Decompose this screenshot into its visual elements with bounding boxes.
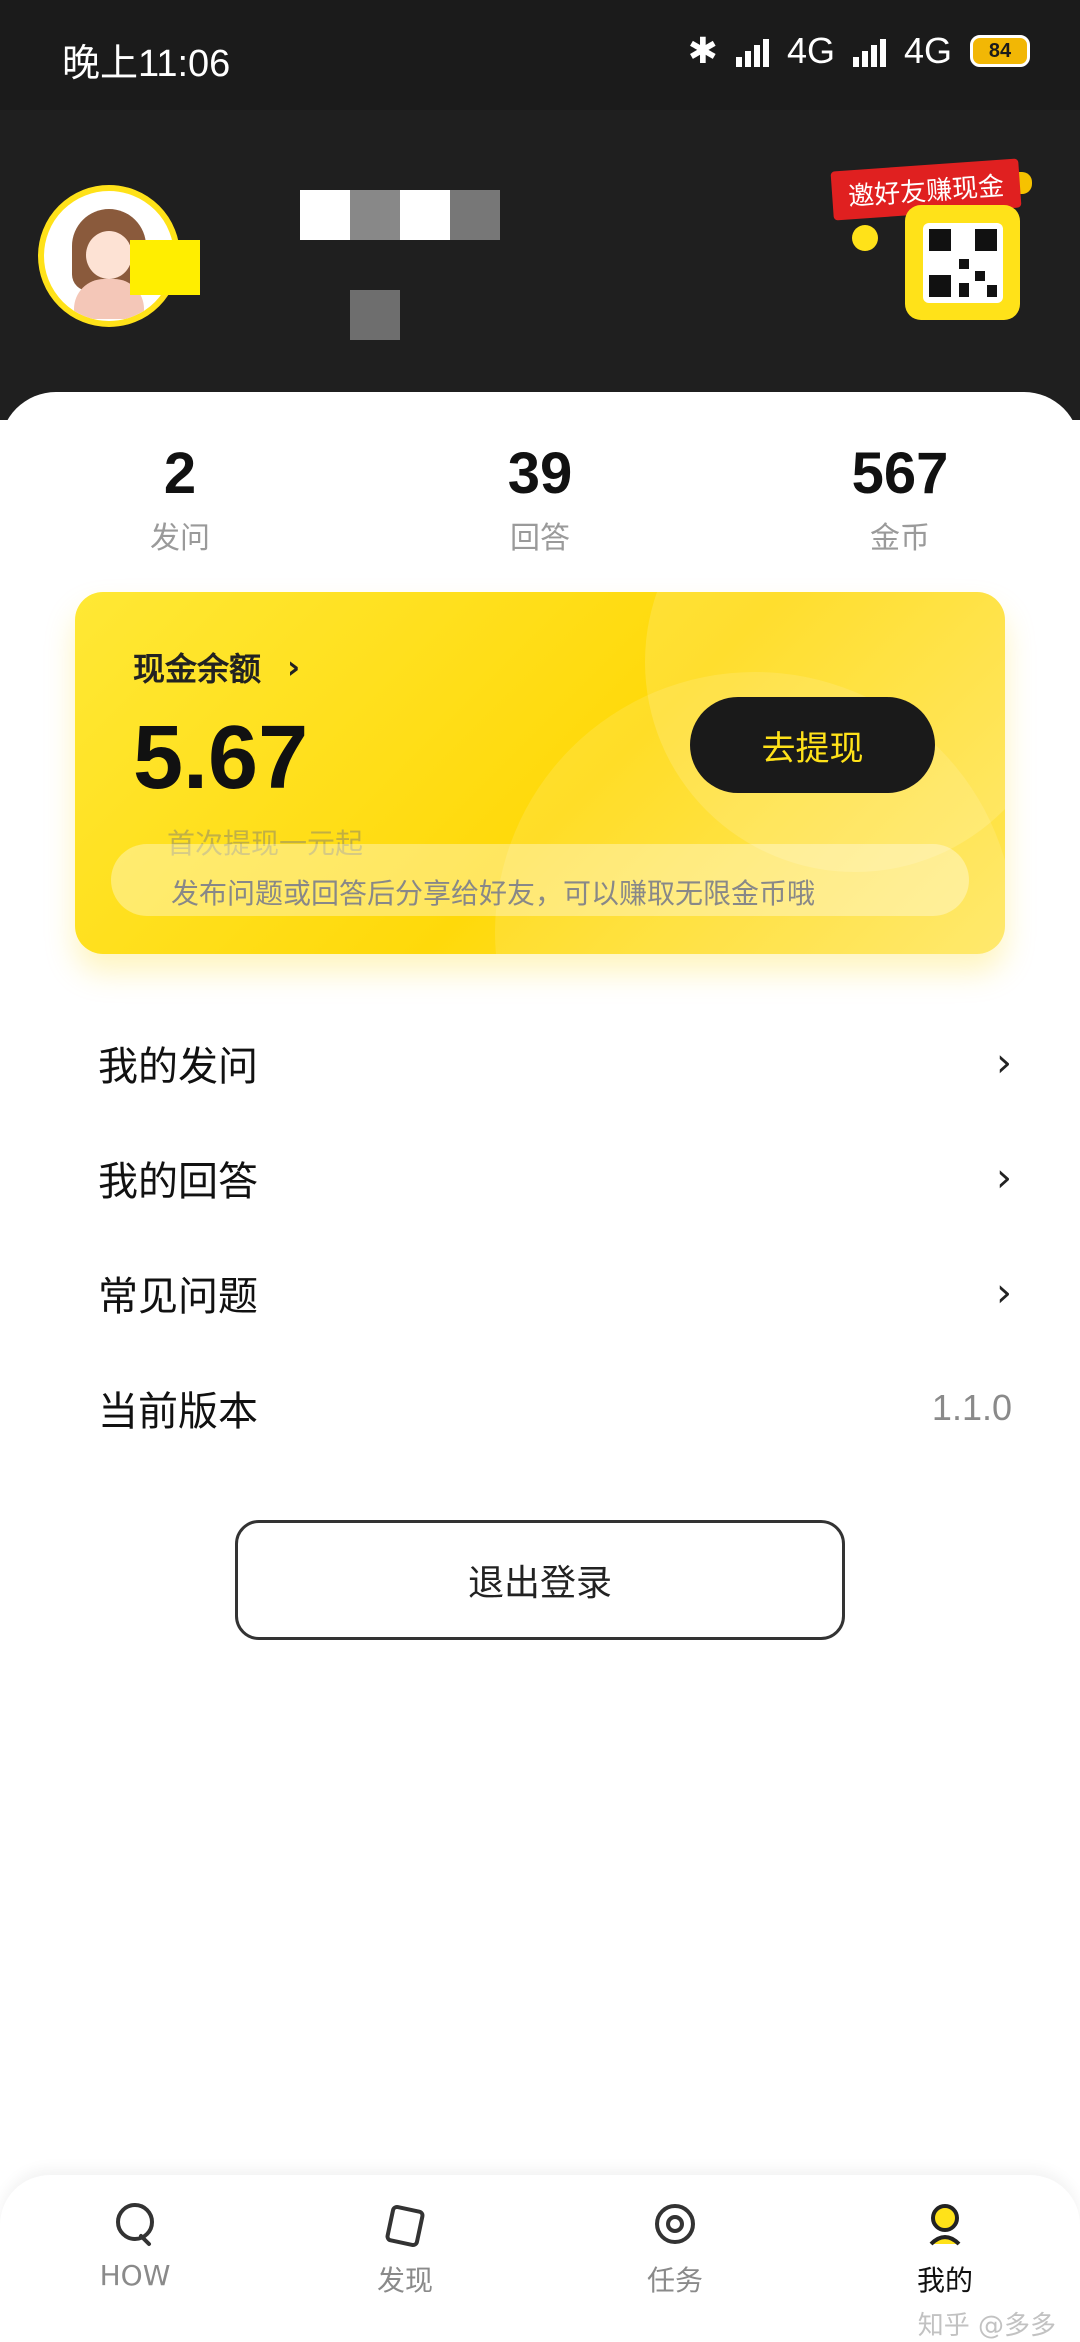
redacted-username	[300, 190, 500, 240]
version-value: 1.1.0	[931, 1386, 1012, 1428]
stat-label: 发问	[150, 521, 210, 556]
chevron-right-icon: ›	[996, 1269, 1012, 1316]
qr-code-icon	[922, 222, 1003, 303]
balance-title-link[interactable]: 现金余额 ›	[133, 644, 300, 690]
signal-icon-2	[852, 35, 886, 67]
network-type-2: 4G	[903, 30, 952, 71]
nav-label: HOW	[99, 2259, 171, 2292]
logout-button[interactable]: 退出登录	[235, 1520, 845, 1640]
redacted-block	[130, 240, 200, 295]
profile-header: 邀好友赚现金	[0, 110, 1080, 420]
nav-tasks[interactable]: 任务	[540, 2175, 810, 2340]
nav-label: 任务	[646, 2264, 703, 2297]
redacted-id	[350, 290, 400, 340]
cards-icon	[378, 2197, 432, 2251]
share-tip-text: 发布问题或回答后分享给好友，可以赚取无限金币哦	[171, 877, 816, 910]
stat-coins[interactable]: 567 金币	[720, 440, 1080, 557]
profile-icon	[918, 2197, 972, 2251]
stat-value: 2	[163, 441, 197, 506]
balance-amount: 5.67	[133, 708, 309, 808]
status-time: 晚上11:06	[62, 43, 231, 85]
menu-faq[interactable]: 常见问题 ›	[98, 1235, 1012, 1350]
status-icons: ✱ 4G 4G 84	[688, 30, 1030, 72]
stat-value: 567	[851, 441, 949, 506]
nav-discover[interactable]: 发现	[270, 2175, 540, 2340]
chevron-right-icon: ›	[287, 648, 301, 686]
menu-version: 当前版本 1.1.0	[98, 1350, 1012, 1465]
target-icon	[648, 2197, 702, 2251]
chevron-right-icon: ›	[996, 1039, 1012, 1086]
withdraw-button[interactable]: 去提现	[690, 697, 935, 793]
watermark: 知乎 @多多	[917, 2311, 1056, 2341]
decor-dot	[852, 225, 878, 251]
menu-label: 当前版本	[98, 1388, 258, 1435]
status-bar: 晚上11:06 ✱ 4G 4G 84	[0, 0, 1080, 110]
chat-bubble-icon	[108, 2197, 162, 2251]
menu-my-answers[interactable]: 我的回答 ›	[98, 1120, 1012, 1235]
stat-value: 39	[507, 441, 573, 506]
stat-label: 金币	[870, 521, 930, 556]
menu-label: 我的回答	[98, 1158, 258, 1205]
stat-label: 回答	[510, 521, 570, 556]
qr-code-button[interactable]	[905, 205, 1020, 320]
menu-my-questions[interactable]: 我的发问 ›	[98, 1005, 1012, 1120]
balance-card: 现金余额 › 5.67 去提现 首次提现一元起 发布问题或回答后分享给好友，可以…	[75, 592, 1005, 954]
network-type-1: 4G	[786, 30, 835, 71]
share-tip-banner: 发布问题或回答后分享给好友，可以赚取无限金币哦	[111, 844, 969, 916]
balance-title: 现金余额	[133, 650, 262, 688]
chevron-right-icon: ›	[996, 1154, 1012, 1201]
settings-menu: 我的发问 › 我的回答 › 常见问题 › 当前版本 1.1.0	[98, 1005, 1012, 1465]
stats-row: 2 发问 39 回答 567 金币	[0, 440, 1080, 557]
stat-questions[interactable]: 2 发问	[0, 440, 360, 557]
menu-label: 常见问题	[98, 1273, 258, 1320]
nav-how[interactable]: HOW	[0, 2175, 270, 2340]
battery-icon: 84	[970, 35, 1030, 67]
nav-label: 我的	[916, 2264, 973, 2297]
nav-label: 发现	[376, 2264, 433, 2297]
bluetooth-icon: ✱	[687, 30, 718, 71]
signal-icon	[735, 35, 769, 67]
stat-answers[interactable]: 39 回答	[360, 440, 720, 557]
menu-label: 我的发问	[98, 1043, 258, 1090]
